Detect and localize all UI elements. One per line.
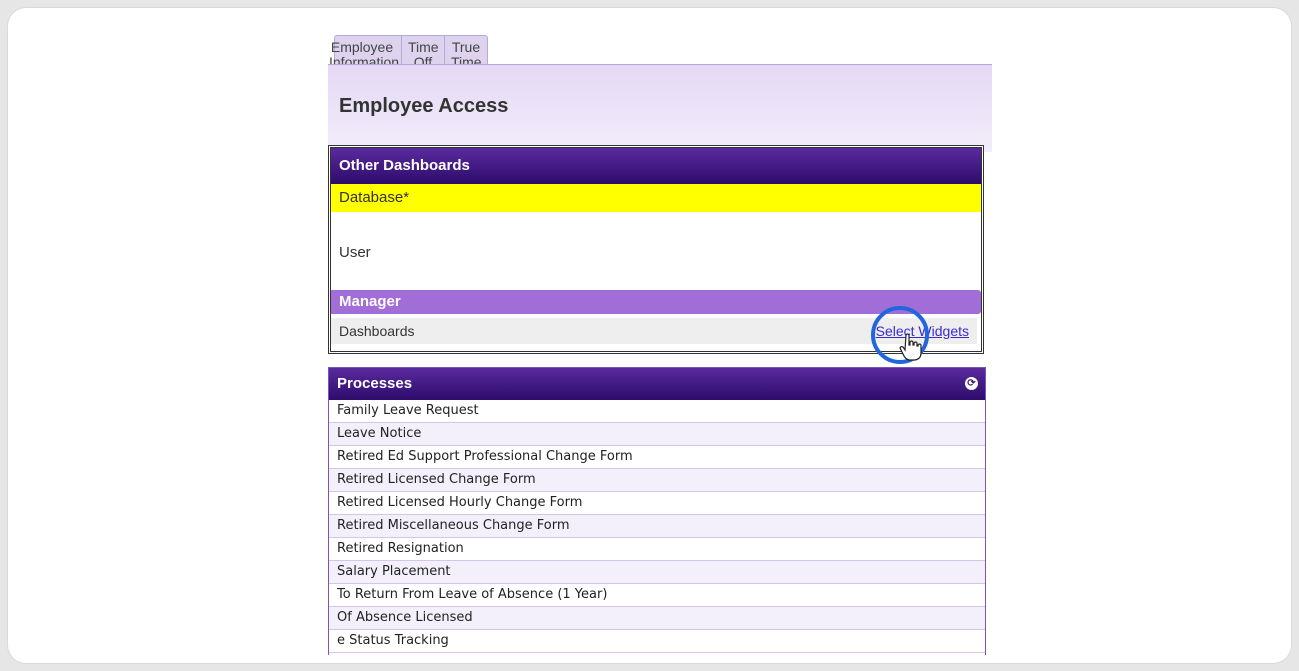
form-item[interactable]: Leave Notice xyxy=(329,423,985,446)
forms-header: Processes ⟳ xyxy=(329,368,985,400)
forms-list: Family Leave Request Leave Notice Retire… xyxy=(329,400,985,653)
forms-header-label: Processes xyxy=(337,375,413,392)
database-row[interactable]: Database* xyxy=(331,184,981,212)
dashboards-footer-label: Dashboards xyxy=(339,323,415,339)
user-row[interactable]: User xyxy=(339,244,371,261)
form-item[interactable]: Family Leave Request xyxy=(329,400,985,423)
forms-panel: Processes ⟳ Family Leave Request Leave N… xyxy=(328,367,986,655)
screenshot-card: Employee Information Time Off True Time Emp… xyxy=(8,8,1291,663)
form-item[interactable]: Retired Licensed Change Form xyxy=(329,469,985,492)
form-item[interactable]: Of Absence Licensed xyxy=(329,607,985,630)
form-item[interactable]: Retired Miscellaneous Change Form xyxy=(329,515,985,538)
form-item[interactable]: e Status Tracking xyxy=(329,630,985,653)
form-item[interactable]: To Return From Leave of Absence (1 Year) xyxy=(329,584,985,607)
hand-pointer-icon xyxy=(899,333,922,361)
form-item[interactable]: Retired Licensed Hourly Change Form xyxy=(329,492,985,515)
refresh-icon[interactable]: ⟳ xyxy=(965,377,978,390)
form-item[interactable]: Retired Ed Support Professional Change F… xyxy=(329,446,985,469)
dashboards-header: Other Dashboards xyxy=(331,148,981,184)
form-item[interactable]: Retired Resignation xyxy=(329,538,985,561)
page-title: Employee Access xyxy=(339,95,509,117)
form-item[interactable]: Salary Placement xyxy=(329,561,985,584)
